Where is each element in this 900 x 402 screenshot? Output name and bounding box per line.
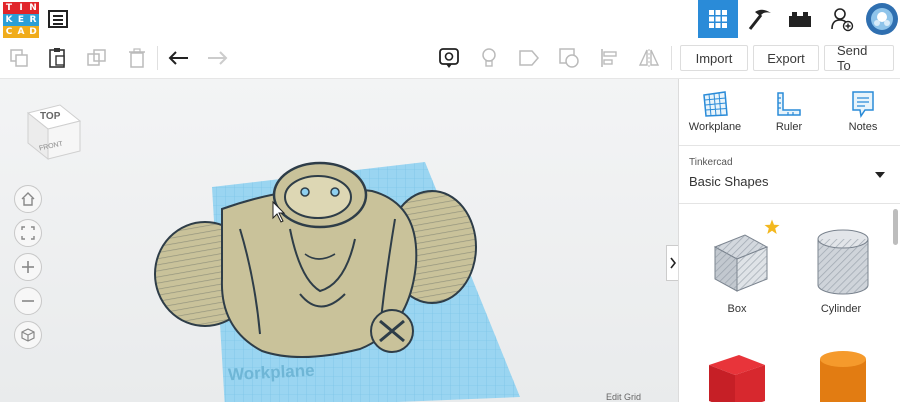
red-box-shape-icon	[709, 355, 765, 402]
mirror-icon[interactable]	[634, 43, 664, 73]
logo-letter: A	[15, 26, 27, 38]
shape-box-label: Box	[727, 303, 747, 315]
duplicate-icon[interactable]	[82, 43, 112, 73]
add-user-icon[interactable]	[822, 0, 862, 38]
workplane-tool[interactable]: Workplane	[683, 87, 747, 133]
scrollbar[interactable]	[893, 209, 898, 245]
star-icon	[764, 219, 780, 234]
export-button[interactable]: Export	[753, 45, 819, 71]
logo-letter: T	[3, 2, 15, 14]
paste-icon[interactable]	[42, 43, 72, 73]
design-list-icon[interactable]	[38, 0, 78, 38]
shape-cylinder[interactable]: Cylinder	[801, 219, 881, 319]
workplane-tool-label: Workplane	[688, 121, 742, 133]
send-to-button[interactable]: Send To	[824, 43, 894, 73]
shape-cylinder-label: Cylinder	[820, 303, 862, 315]
lightbulb-icon[interactable]	[474, 43, 504, 73]
logo-letter: K	[3, 14, 15, 26]
ruler-icon	[757, 87, 821, 121]
edit-toolbar: Import Export Send To	[0, 38, 900, 79]
trash-icon[interactable]	[122, 43, 152, 73]
workplane-canvas[interactable]: TOP FRONT Workplane Edit Grid	[0, 79, 678, 402]
chevron-right-icon	[670, 257, 676, 269]
right-panel: Workplane Ruler Notes Tinkercad Basic Sh…	[678, 79, 900, 402]
notes-icon	[831, 87, 895, 121]
library-category: Tinkercad	[689, 157, 733, 168]
undo-icon[interactable]	[164, 43, 194, 73]
import-button[interactable]: Import	[680, 45, 748, 71]
shape-orange-cylinder[interactable]	[815, 349, 871, 402]
ruler-tool[interactable]: Ruler	[757, 87, 821, 133]
bricks-icon[interactable]	[780, 0, 820, 38]
orange-cylinder-shape-icon	[820, 351, 866, 402]
logo-letter: E	[15, 14, 27, 26]
shape-library-select[interactable]: Tinkercad Basic Shapes	[679, 146, 900, 198]
divider	[679, 203, 900, 204]
workplane-icon	[683, 87, 747, 121]
shape-box[interactable]: Box	[697, 219, 780, 319]
logo-letter: I	[15, 2, 27, 14]
notes-tool-label: Notes	[848, 121, 878, 133]
shape-red-box[interactable]	[705, 351, 769, 402]
redo-icon[interactable]	[202, 43, 232, 73]
notes-toggle-icon[interactable]	[434, 43, 464, 73]
collapse-panel-button[interactable]	[666, 245, 678, 281]
codeblocks-icon[interactable]	[740, 0, 780, 38]
align-icon[interactable]	[594, 43, 624, 73]
dropdown-caret-icon	[875, 172, 885, 178]
avatar[interactable]	[862, 0, 900, 38]
scene	[154, 161, 520, 402]
ruler-tool-label: Ruler	[775, 121, 803, 133]
library-selected: Basic Shapes	[689, 174, 769, 189]
notes-tool[interactable]: Notes	[831, 87, 895, 133]
tinkercad-logo[interactable]: TINKERCAD	[3, 2, 39, 38]
3d-design-icon[interactable]	[698, 0, 738, 38]
box-shape-icon	[713, 234, 769, 292]
edit-grid-button[interactable]: Edit Grid	[606, 392, 641, 402]
copy-icon[interactable]	[4, 43, 34, 73]
shape-icon[interactable]	[514, 43, 544, 73]
cylinder-shape-icon	[817, 229, 869, 295]
logo-letter: C	[3, 26, 15, 38]
top-bar: TINKERCAD	[0, 0, 900, 39]
hole-icon[interactable]	[554, 43, 584, 73]
